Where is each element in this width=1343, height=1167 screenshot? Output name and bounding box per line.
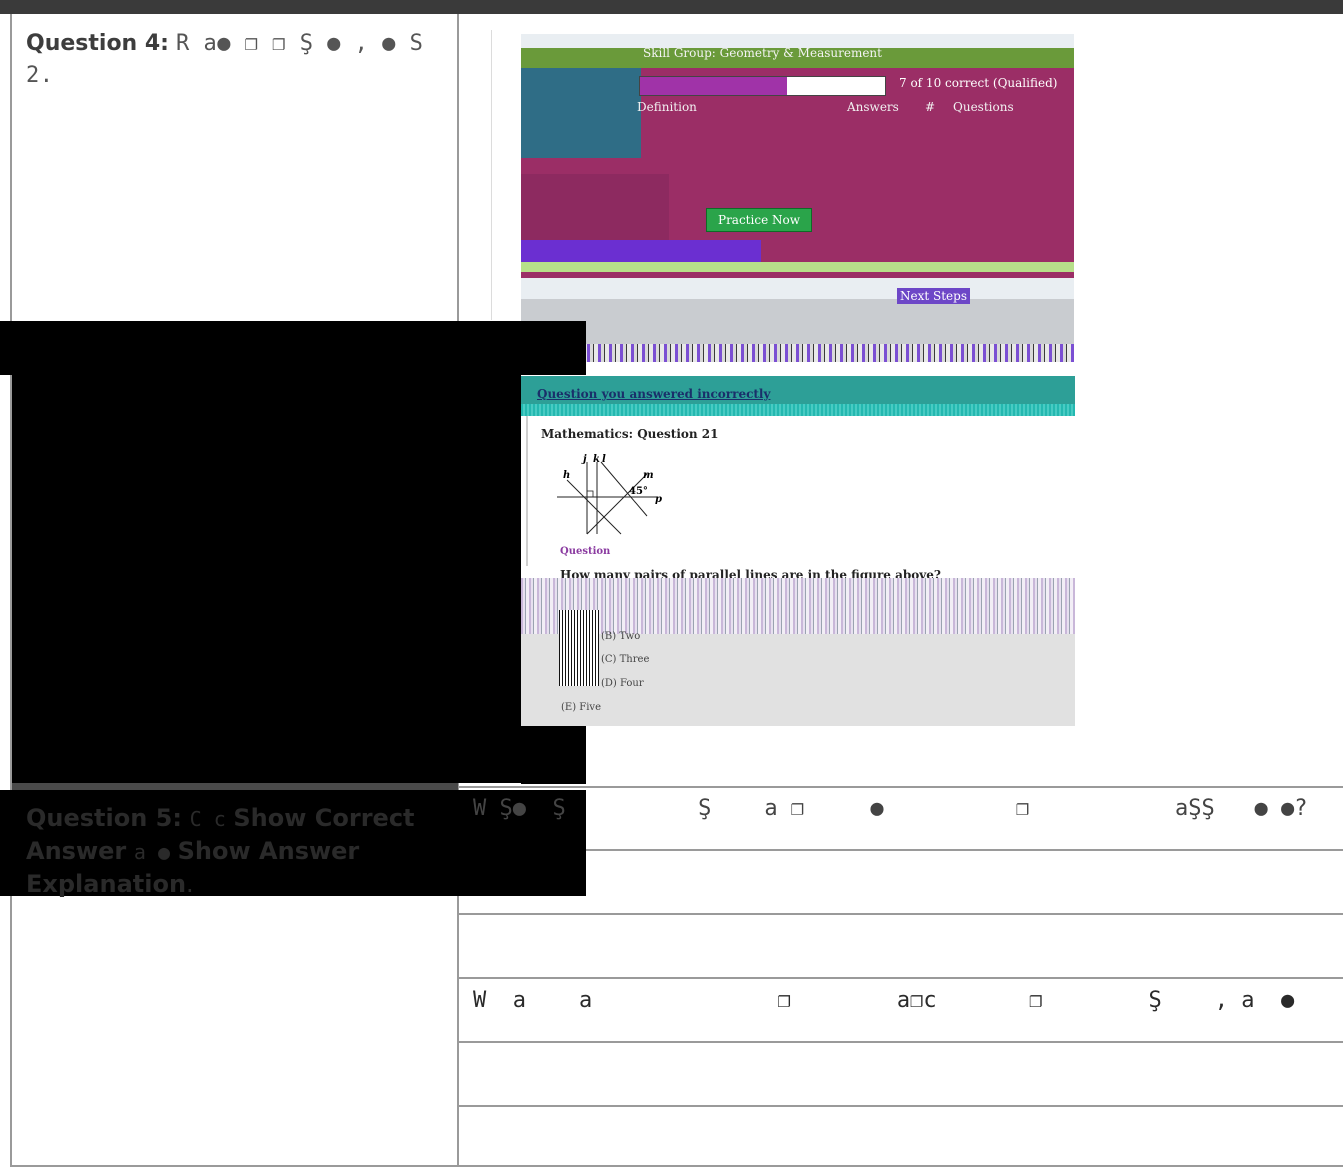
row-divider xyxy=(459,977,1343,979)
table-row-1-text: W Ş● Ş Ş a ❐ ● ❐ aŞŞ ● ●? xyxy=(473,796,1308,821)
question-left-rule xyxy=(526,416,528,566)
progress-bar xyxy=(639,76,886,96)
column-hash: # xyxy=(925,100,936,114)
question-4-text: Question 4: R a● ❐ ❐ Ş ● , ● S 2. xyxy=(26,28,446,92)
question-5-text-b: a ● xyxy=(133,840,170,864)
row-divider xyxy=(459,849,1343,851)
row-divider xyxy=(459,1041,1343,1043)
question-5-title: Question 5: xyxy=(26,804,182,832)
top-bar xyxy=(0,0,1343,14)
label-k: k xyxy=(593,454,600,465)
incorrect-question-screenshot: Question you answered incorrectly Mathem… xyxy=(521,376,1075,726)
incorrect-header-strip xyxy=(521,404,1075,416)
redaction-block xyxy=(12,321,521,783)
answer-area-noise xyxy=(521,578,1075,634)
column-answers: Answers xyxy=(847,100,899,114)
option-e[interactable]: (E) Five xyxy=(561,702,601,713)
progress-text: 7 of 10 correct (Qualified) xyxy=(899,76,1058,90)
question-5-text: Question 5: C c Show Correct Answer a ● … xyxy=(26,802,446,900)
skill-report-screenshot: Skill Group: Geometry & Measurement 7 of… xyxy=(521,34,1074,362)
row-divider xyxy=(459,786,1343,788)
question-5-text-a: C c xyxy=(189,807,226,831)
skill-side-band xyxy=(521,68,641,158)
skill-detail-panel xyxy=(521,174,669,240)
skill-green-band xyxy=(521,262,1074,272)
row-divider xyxy=(459,913,1343,915)
question-subject: Mathematics: Question 21 xyxy=(541,427,719,441)
incorrect-header-text: Question you answered incorrectly xyxy=(537,387,771,401)
line-h xyxy=(566,479,622,535)
label-j: j xyxy=(581,454,587,465)
option-d[interactable]: (D) Four xyxy=(601,678,644,689)
label-l: l xyxy=(602,454,606,465)
redaction-block xyxy=(0,321,586,375)
column-definition: Definition xyxy=(637,100,697,114)
label-m: m xyxy=(643,470,654,481)
row-separator-band xyxy=(12,783,458,790)
table-row-4-text: W a a ❐ a❐c ❐ Ş , a ● Ş? xyxy=(473,988,1343,1013)
redaction-block xyxy=(521,726,586,784)
option-c[interactable]: (C) Three xyxy=(601,654,649,665)
practice-now-button[interactable]: Practice Now xyxy=(706,208,812,232)
label-p: p xyxy=(655,494,662,505)
skill-lower-strip xyxy=(521,344,1074,362)
question-4-title: Question 4: xyxy=(26,31,169,56)
progress-bar-fill xyxy=(640,77,787,95)
skill-group-title: Skill Group: Geometry & Measurement xyxy=(643,46,882,60)
screenshot-frame-line xyxy=(491,30,492,320)
right-angle-mark xyxy=(586,490,594,498)
question-5-tail: . xyxy=(186,870,194,898)
skill-purple-band xyxy=(521,240,761,262)
next-steps-label[interactable]: Next Steps xyxy=(897,288,970,304)
row-divider xyxy=(459,1105,1343,1107)
line-m xyxy=(586,473,648,535)
question-label: Question xyxy=(560,546,611,557)
option-b[interactable]: (B) Two xyxy=(601,631,640,642)
answer-option-bars xyxy=(559,610,599,686)
parallel-lines-figure: j k l h m 45° p xyxy=(557,454,662,535)
label-h: h xyxy=(563,470,570,481)
column-questions: Questions xyxy=(953,100,1014,114)
label-angle: 45° xyxy=(629,486,648,497)
